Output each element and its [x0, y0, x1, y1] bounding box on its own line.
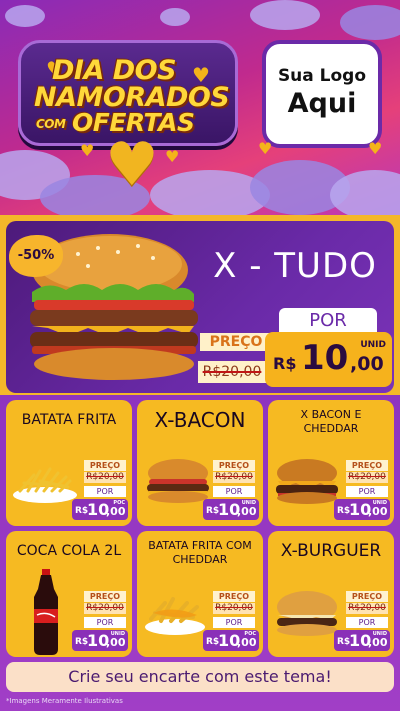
price-decimal: ,00 — [368, 636, 388, 649]
new-price: R$ 10 ,00 POC — [203, 630, 259, 651]
heart-icon: ♥ — [368, 139, 383, 158]
product-title: BATATA FRITA COM CHEDDAR — [148, 539, 252, 566]
heart-icon: ♥ — [105, 130, 159, 200]
price-decimal: ,00 — [237, 505, 257, 518]
old-price: R$20,00 — [84, 472, 126, 483]
hero-new-price: R$ 10 ,00 UNID — [265, 332, 392, 387]
price-label: PREÇO — [84, 591, 126, 602]
logo-placeholder[interactable]: Sua Logo Aqui — [262, 40, 382, 148]
title-small: COM — [36, 117, 66, 131]
product-title: X BACON E CHEDDAR — [300, 408, 362, 435]
burger-image — [277, 591, 337, 636]
footnote: *Imagens Meramente Ilustrativas — [6, 697, 123, 705]
burger-image — [147, 459, 209, 503]
por-label: POR — [84, 486, 126, 497]
product-title: X-BACON — [154, 408, 246, 432]
new-price: R$ 10 ,00 UNID — [203, 499, 259, 520]
logo-text-line2: Aqui — [287, 88, 357, 119]
price-decimal: ,00 — [368, 505, 388, 518]
heart-icon: ♥ — [165, 147, 180, 166]
burger-image — [276, 459, 338, 504]
price-label: PREÇO — [213, 591, 255, 602]
price-unit: UNID — [372, 631, 387, 637]
old-price: R$20,00 — [213, 603, 255, 614]
heart-icon: ♥ — [258, 139, 273, 158]
hero-old-price: R$20,00 — [198, 361, 266, 383]
por-label: POR — [346, 617, 388, 628]
price-unit: UNID — [110, 631, 125, 637]
price-label: PREÇO — [346, 460, 388, 471]
cloud-decoration — [340, 5, 400, 40]
product-title: X-BURGUER — [280, 541, 382, 561]
product-card-x-bacon-cheddar[interactable]: X BACON E CHEDDAR PREÇO R$20,00 POR R$ 1… — [268, 400, 394, 526]
product-card-batata-cheddar[interactable]: BATATA FRITA COM CHEDDAR PREÇO R$20,00 P… — [137, 531, 263, 657]
price-integer: 10 — [301, 338, 349, 378]
hero-product-title: X - TUDO — [213, 246, 377, 286]
por-label: POR — [84, 617, 126, 628]
product-title: BATATA FRITA — [21, 412, 117, 428]
old-price: R$20,00 — [346, 472, 388, 483]
price-currency: R$ — [273, 354, 297, 373]
product-card-x-bacon[interactable]: X-BACON PREÇO R$20,00 POR R$ 10 ,00 UNID — [137, 400, 263, 526]
por-label: POR — [213, 617, 255, 628]
new-price: R$ 10 ,00 UNID — [334, 499, 390, 520]
old-price: R$20,00 — [84, 603, 126, 614]
cloud-decoration — [5, 5, 45, 27]
price-label: PREÇO — [213, 460, 255, 471]
heart-icon: ♥ — [80, 141, 95, 160]
por-label: POR — [346, 486, 388, 497]
old-price: R$20,00 — [346, 603, 388, 614]
price-decimal: ,00 — [106, 505, 126, 518]
price-unit: POC — [113, 500, 125, 506]
product-card-x-burguer[interactable]: X-BURGUER PREÇO R$20,00 POR R$ 10 ,00 UN… — [268, 531, 394, 657]
price-label: PREÇO — [346, 591, 388, 602]
fries-cheddar-image — [145, 597, 205, 635]
hero-por-label: POR — [279, 308, 377, 334]
hero-price-label: PREÇO — [200, 333, 272, 351]
price-unit: UNID — [241, 500, 256, 506]
product-card-batata-frita[interactable]: BATATA FRITA PREÇO R$20,00 POR R$ 10 ,00… — [6, 400, 132, 526]
new-price: R$ 10 ,00 UNID — [72, 630, 128, 651]
old-price: R$20,00 — [213, 472, 255, 483]
price-label: PREÇO — [84, 460, 126, 471]
por-label: POR — [213, 486, 255, 497]
new-price: R$ 10 ,00 POC — [72, 499, 128, 520]
new-price: R$ 10 ,00 UNID — [334, 630, 390, 651]
price-unit: POC — [244, 631, 256, 637]
cloud-decoration — [250, 0, 320, 30]
product-title: COCA COLA 2L — [16, 543, 122, 559]
price-decimal: ,00 — [106, 636, 126, 649]
discount-badge: -50% — [9, 235, 63, 277]
cloud-decoration — [160, 8, 190, 26]
price-decimal: ,00 — [350, 353, 384, 375]
price-unit: UNID — [360, 340, 386, 350]
product-card-coca-cola[interactable]: COCA COLA 2L PREÇO R$20,00 POR R$ 10 ,00… — [6, 531, 132, 657]
flyer: ♥ ♥ DIA DOS NAMORADOS COM OFERTAS ♥ ♥ ♥ … — [0, 0, 400, 711]
soda-bottle-image — [34, 569, 58, 655]
fries-image — [13, 467, 77, 503]
logo-text-line1: Sua Logo — [277, 66, 367, 86]
price-decimal: ,00 — [237, 636, 257, 649]
cta-button[interactable]: Crie seu encarte com este tema! — [6, 662, 394, 692]
header-banner: ♥ ♥ DIA DOS NAMORADOS COM OFERTAS ♥ ♥ ♥ … — [0, 0, 400, 215]
price-unit: UNID — [372, 500, 387, 506]
